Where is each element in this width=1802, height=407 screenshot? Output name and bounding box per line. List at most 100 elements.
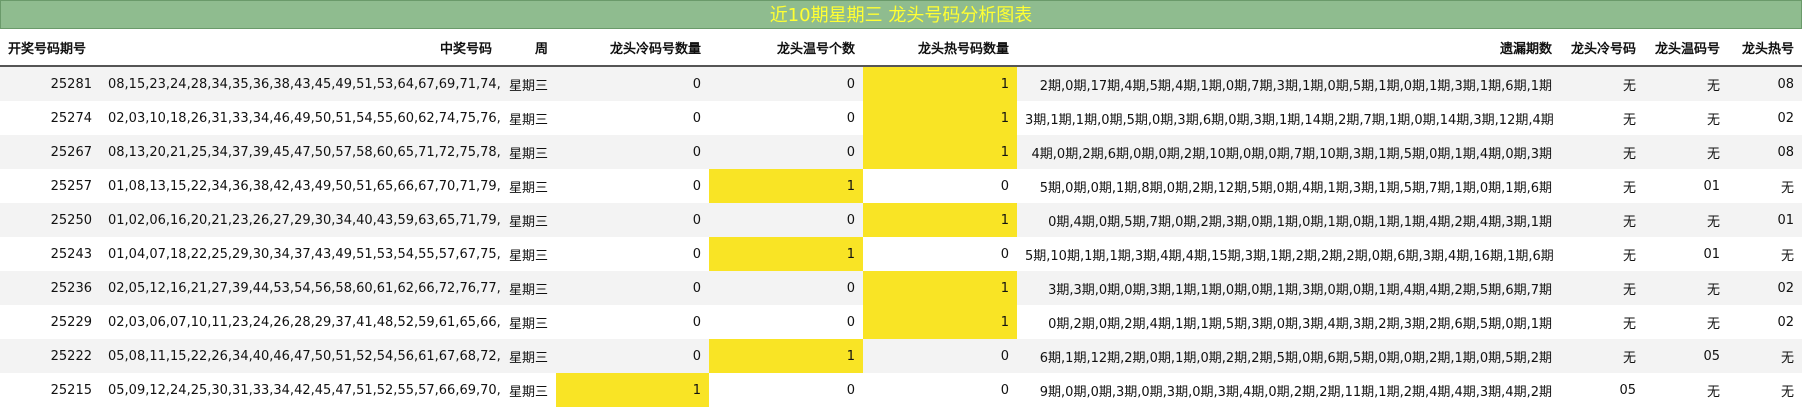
table-row: 25236 02,05,12,16,21,27,39,44,53,54,56,58…	[0, 271, 1802, 305]
cell-warm-count: 1	[709, 169, 863, 203]
cell-hot-number: 无	[1728, 373, 1802, 407]
table-row: 25257 01,08,13,15,22,34,36,38,42,43,49,50…	[0, 169, 1802, 203]
cell-cold-count: 0	[556, 339, 709, 373]
cell-cold-count: 0	[556, 66, 709, 101]
cell-hot-number: 无	[1728, 169, 1802, 203]
cell-cold-number: 无	[1560, 66, 1644, 101]
cell-missing: 3期,3期,0期,0期,3期,1期,1期,0期,0期,1期,3期,0期,0期,1…	[1017, 271, 1560, 305]
table-header: 开奖号码期号 中奖号码 周 龙头冷码号数量 龙头温号个数 龙头热号码数量 遗漏期…	[0, 29, 1802, 67]
cell-issue: 25250	[0, 203, 100, 237]
cell-hot-count: 1	[863, 305, 1017, 339]
cell-warm-number: 01	[1644, 237, 1728, 271]
cell-warm-count: 1	[709, 237, 863, 271]
cell-missing: 5期,10期,1期,1期,3期,4期,4期,15期,3期,1期,2期,2期,2期…	[1017, 237, 1560, 271]
cell-missing: 9期,0期,0期,3期,0期,3期,0期,3期,4期,0期,2期,2期,11期,…	[1017, 373, 1560, 407]
header-warm-number: 龙头温码号	[1644, 29, 1728, 67]
cell-warm-number: 无	[1644, 305, 1728, 339]
header-numbers: 中奖号码	[100, 29, 500, 67]
cell-numbers: 08,15,23,24,28,34,35,36,38,43,45,49,51,5…	[100, 66, 500, 101]
header-issue: 开奖号码期号	[0, 29, 100, 67]
cell-missing: 0期,2期,0期,2期,4期,1期,1期,5期,3期,0期,3期,4期,3期,2…	[1017, 305, 1560, 339]
cell-issue: 25243	[0, 237, 100, 271]
cell-missing: 4期,0期,2期,6期,0期,0期,2期,10期,0期,0期,7期,10期,3期…	[1017, 135, 1560, 169]
cell-hot-count: 0	[863, 373, 1017, 407]
cell-hot-number: 无	[1728, 237, 1802, 271]
cell-issue: 25257	[0, 169, 100, 203]
cell-numbers: 01,02,06,16,20,21,23,26,27,29,30,34,40,4…	[100, 203, 500, 237]
cell-numbers: 01,08,13,15,22,34,36,38,42,43,49,50,51,6…	[100, 169, 500, 203]
cell-cold-number: 无	[1560, 135, 1644, 169]
cell-warm-count: 0	[709, 373, 863, 407]
table-row: 25243 01,04,07,18,22,25,29,30,34,37,43,49…	[0, 237, 1802, 271]
cell-hot-number: 02	[1728, 305, 1802, 339]
cell-hot-number: 02	[1728, 101, 1802, 135]
cell-cold-number: 无	[1560, 237, 1644, 271]
header-row: 开奖号码期号 中奖号码 周 龙头冷码号数量 龙头温号个数 龙头热号码数量 遗漏期…	[0, 29, 1802, 67]
cell-numbers: 05,08,11,15,22,26,34,40,46,47,50,51,52,5…	[100, 339, 500, 373]
cell-hot-number: 08	[1728, 66, 1802, 101]
header-cold-count: 龙头冷码号数量	[556, 29, 709, 67]
cell-warm-number: 无	[1644, 373, 1728, 407]
cell-warm-count: 0	[709, 271, 863, 305]
table-row: 25281 08,15,23,24,28,34,35,36,38,43,45,49…	[0, 66, 1802, 101]
cell-cold-count: 0	[556, 305, 709, 339]
cell-hot-count: 0	[863, 339, 1017, 373]
cell-weekday: 星期三	[500, 101, 556, 135]
table-row: 25229 02,03,06,07,10,11,23,24,26,28,29,37…	[0, 305, 1802, 339]
cell-cold-number: 无	[1560, 339, 1644, 373]
cell-warm-count: 0	[709, 203, 863, 237]
analysis-table: 开奖号码期号 中奖号码 周 龙头冷码号数量 龙头温号个数 龙头热号码数量 遗漏期…	[0, 29, 1802, 407]
cell-warm-number: 05	[1644, 339, 1728, 373]
cell-missing: 6期,1期,12期,2期,0期,1期,0期,2期,2期,5期,0期,6期,5期,…	[1017, 339, 1560, 373]
cell-weekday: 星期三	[500, 373, 556, 407]
cell-warm-count: 1	[709, 339, 863, 373]
cell-weekday: 星期三	[500, 203, 556, 237]
cell-warm-number: 无	[1644, 271, 1728, 305]
chart-title: 近10期星期三 龙头号码分析图表	[0, 0, 1802, 29]
cell-weekday: 星期三	[500, 305, 556, 339]
header-hot-number: 龙头热号	[1728, 29, 1802, 67]
cell-cold-number: 05	[1560, 373, 1644, 407]
cell-warm-number: 无	[1644, 135, 1728, 169]
cell-issue: 25222	[0, 339, 100, 373]
cell-missing: 5期,0期,0期,1期,8期,0期,2期,12期,5期,0期,4期,1期,3期,…	[1017, 169, 1560, 203]
cell-hot-count: 1	[863, 271, 1017, 305]
cell-cold-count: 1	[556, 373, 709, 407]
cell-cold-count: 0	[556, 101, 709, 135]
table-row: 25250 01,02,06,16,20,21,23,26,27,29,30,34…	[0, 203, 1802, 237]
cell-cold-number: 无	[1560, 271, 1644, 305]
cell-weekday: 星期三	[500, 339, 556, 373]
header-cold-number: 龙头冷号码	[1560, 29, 1644, 67]
cell-hot-number: 无	[1728, 339, 1802, 373]
cell-issue: 25281	[0, 66, 100, 101]
cell-weekday: 星期三	[500, 135, 556, 169]
cell-cold-count: 0	[556, 271, 709, 305]
table-row: 25267 08,13,20,21,25,34,37,39,45,47,50,57…	[0, 135, 1802, 169]
cell-hot-count: 1	[863, 101, 1017, 135]
cell-numbers: 05,09,12,24,25,30,31,33,34,42,45,47,51,5…	[100, 373, 500, 407]
header-weekday: 周	[500, 29, 556, 67]
cell-numbers: 01,04,07,18,22,25,29,30,34,37,43,49,51,5…	[100, 237, 500, 271]
cell-cold-number: 无	[1560, 101, 1644, 135]
cell-issue: 25236	[0, 271, 100, 305]
cell-warm-number: 无	[1644, 66, 1728, 101]
cell-hot-count: 0	[863, 237, 1017, 271]
cell-missing: 3期,1期,1期,0期,5期,0期,3期,6期,0期,3期,1期,14期,2期,…	[1017, 101, 1560, 135]
cell-hot-count: 0	[863, 169, 1017, 203]
cell-missing: 2期,0期,17期,4期,5期,4期,1期,0期,7期,3期,1期,0期,5期,…	[1017, 66, 1560, 101]
cell-hot-number: 02	[1728, 271, 1802, 305]
cell-warm-count: 0	[709, 66, 863, 101]
cell-warm-number: 无	[1644, 101, 1728, 135]
cell-weekday: 星期三	[500, 66, 556, 101]
cell-hot-count: 1	[863, 203, 1017, 237]
cell-cold-number: 无	[1560, 203, 1644, 237]
cell-hot-count: 1	[863, 135, 1017, 169]
cell-hot-count: 1	[863, 66, 1017, 101]
cell-hot-number: 08	[1728, 135, 1802, 169]
header-missing: 遗漏期数	[1017, 29, 1560, 67]
cell-cold-count: 0	[556, 203, 709, 237]
cell-issue: 25267	[0, 135, 100, 169]
cell-numbers: 02,05,12,16,21,27,39,44,53,54,56,58,60,6…	[100, 271, 500, 305]
cell-cold-count: 0	[556, 169, 709, 203]
cell-hot-number: 01	[1728, 203, 1802, 237]
